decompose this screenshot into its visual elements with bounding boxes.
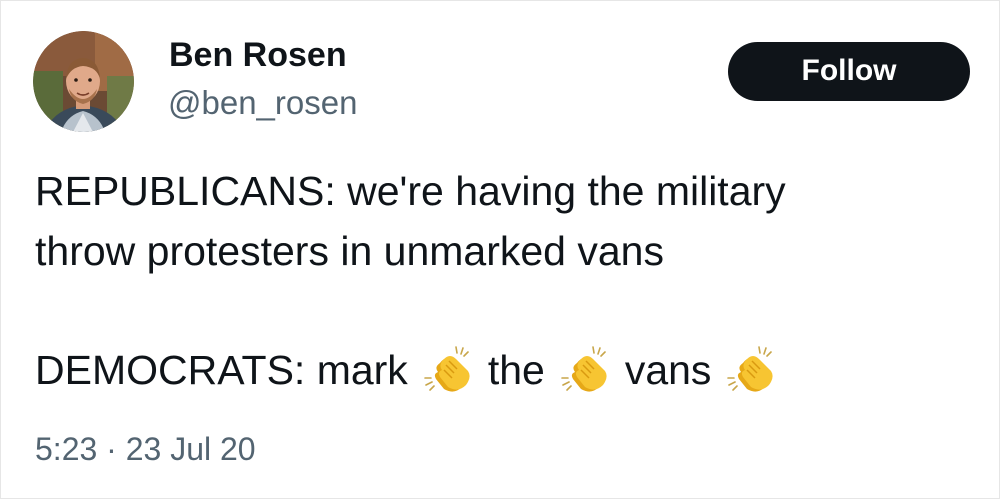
clapping-hands-icon (422, 345, 478, 395)
author-avatar[interactable] (33, 31, 134, 132)
tweet-line-2: throw protesters in unmarked vans (35, 228, 664, 274)
tweet-line-3: DEMOCRATS: mark the vans (35, 340, 975, 400)
author-handle[interactable]: @ben_rosen (168, 83, 357, 123)
author-display-name[interactable]: Ben Rosen (169, 35, 347, 75)
tweet-timestamp[interactable]: 5:23 · 23 Jul 20 (35, 429, 256, 469)
tweet-line-1: REPUBLICANS: we're having the military (35, 168, 786, 214)
clapping-hands-icon (559, 345, 615, 395)
tweet-text: REPUBLICANS: we're having the military t… (35, 161, 975, 400)
tweet-card: Ben Rosen @ben_rosen Follow REPUBLICANS:… (0, 0, 1000, 499)
tweet-text-part: DEMOCRATS: mark (35, 347, 408, 393)
tweet-text-part: vans (624, 347, 712, 393)
clapping-hands-icon (725, 345, 781, 395)
avatar-photo-icon (33, 31, 134, 132)
tweet-text-part: the (487, 347, 545, 393)
follow-button[interactable]: Follow (728, 42, 970, 101)
